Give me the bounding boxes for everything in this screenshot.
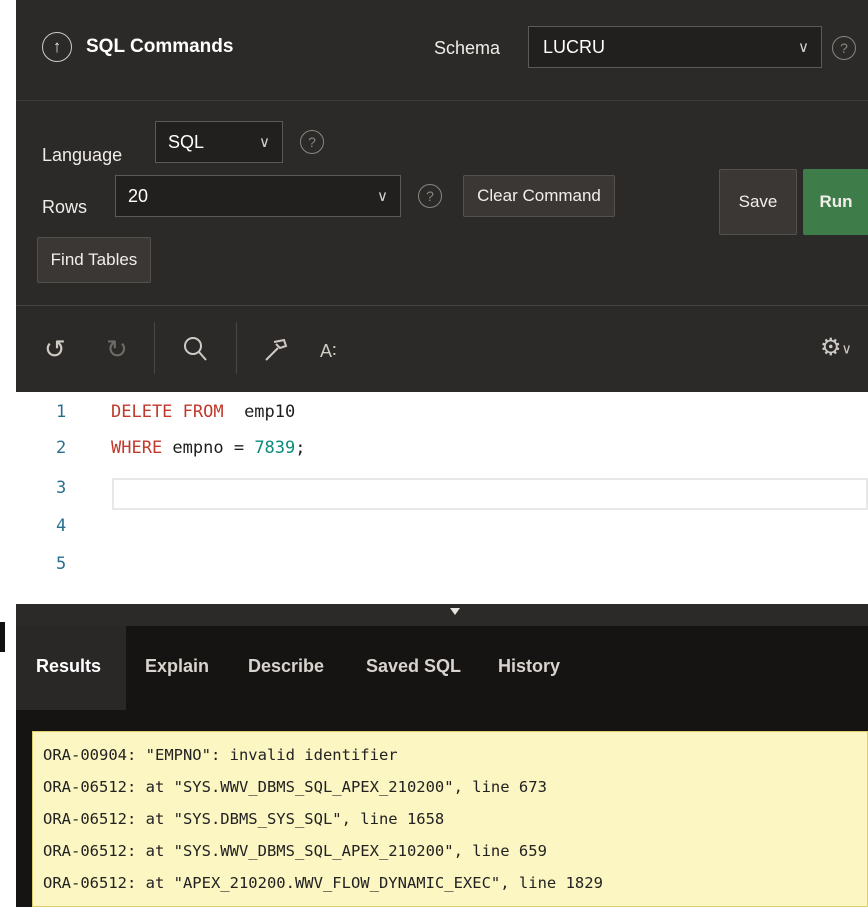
gear-icon[interactable]: ⚙∨ [820, 336, 852, 360]
splitter-grip-icon [450, 608, 460, 615]
schema-label: Schema [434, 38, 501, 58]
current-line-highlight [112, 478, 868, 510]
rows-select[interactable]: 20 ∨ [115, 175, 401, 217]
undo-icon[interactable]: ↺ [44, 336, 66, 362]
sql-text: emp10 [223, 402, 296, 422]
line-number: 5 [56, 554, 67, 574]
command-toolbar: Language SQL ∨ ? Rows 20 ∨ ? Clear Comma… [16, 101, 868, 306]
title-bar: ↑ SQL Commands Schema LUCRU ∨ ? [16, 0, 868, 101]
page-title: SQL Commands [86, 36, 234, 57]
schema-select[interactable]: LUCRU ∨ [528, 26, 822, 68]
help-icon[interactable]: ? [832, 36, 856, 60]
results-panel: ORA-00904: "EMPNO": invalid identifier O… [16, 710, 868, 907]
redo-icon[interactable]: ↻ [106, 336, 128, 362]
rows-label: Rows [42, 197, 88, 217]
arrow-up-circle-icon[interactable]: ↑ [42, 32, 72, 62]
line-number: 4 [56, 516, 67, 536]
tab-results[interactable]: Results [36, 656, 101, 677]
sql-text: ; [295, 438, 306, 458]
language-value: SQL [168, 132, 205, 152]
code-line-1: DELETE FROM emp10 [111, 402, 295, 422]
schema-value: LUCRU [543, 37, 606, 57]
rows-value: 20 [128, 186, 149, 206]
line-number: 3 [56, 478, 67, 498]
error-line: ORA-06512: at "APEX_210200.WWV_FLOW_DYNA… [43, 874, 603, 892]
hammer-icon[interactable] [262, 336, 290, 368]
sql-keyword: DELETE FROM [111, 402, 224, 422]
pane-splitter[interactable] [16, 604, 868, 626]
chevron-down-icon: ∨ [841, 340, 852, 357]
line-number: 1 [56, 402, 67, 422]
code-line-2: WHERE empno = 7839; [111, 438, 306, 458]
help-icon[interactable]: ? [418, 184, 442, 208]
run-button[interactable]: Run [803, 169, 868, 235]
toolbar-divider [236, 322, 237, 374]
sql-text: empno = [162, 438, 255, 458]
language-select[interactable]: SQL ∨ [155, 121, 283, 163]
chevron-down-icon: ∨ [377, 188, 388, 205]
tab-history[interactable]: History [498, 656, 560, 677]
clear-command-button[interactable]: Clear Command [463, 175, 615, 217]
sql-number: 7839 [254, 438, 296, 458]
error-line: ORA-00904: "EMPNO": invalid identifier [43, 746, 398, 764]
search-icon[interactable] [182, 335, 208, 367]
autoformat-icon[interactable]: A∶ [320, 342, 337, 360]
line-number: 2 [56, 438, 67, 458]
left-edge-marker [0, 622, 5, 652]
result-tabs: Results Explain Describe Saved SQL Histo… [16, 626, 868, 710]
error-line: ORA-06512: at "SYS.WWV_DBMS_SQL_APEX_210… [43, 778, 547, 796]
error-line: ORA-06512: at "SYS.DBMS_SYS_SQL", line 1… [43, 810, 445, 828]
help-icon[interactable]: ? [300, 130, 324, 154]
tab-describe[interactable]: Describe [248, 656, 324, 677]
find-tables-button[interactable]: Find Tables [37, 237, 151, 283]
chevron-down-icon: ∨ [259, 134, 270, 151]
sql-keyword: WHERE [111, 438, 163, 458]
editor-toolbar: ↺ ↻ A∶ ⚙∨ [16, 306, 868, 392]
tab-explain[interactable]: Explain [145, 656, 209, 677]
sql-commands-app: ↑ SQL Commands Schema LUCRU ∨ ? Language… [16, 0, 868, 907]
language-label: Language [42, 145, 123, 165]
save-button[interactable]: Save [719, 169, 797, 235]
tab-saved-sql[interactable]: Saved SQL [366, 656, 461, 677]
error-message-box: ORA-00904: "EMPNO": invalid identifier O… [32, 731, 868, 907]
chevron-down-icon: ∨ [798, 39, 809, 56]
toolbar-divider [154, 322, 155, 374]
error-line: ORA-06512: at "SYS.WWV_DBMS_SQL_APEX_210… [43, 842, 547, 860]
